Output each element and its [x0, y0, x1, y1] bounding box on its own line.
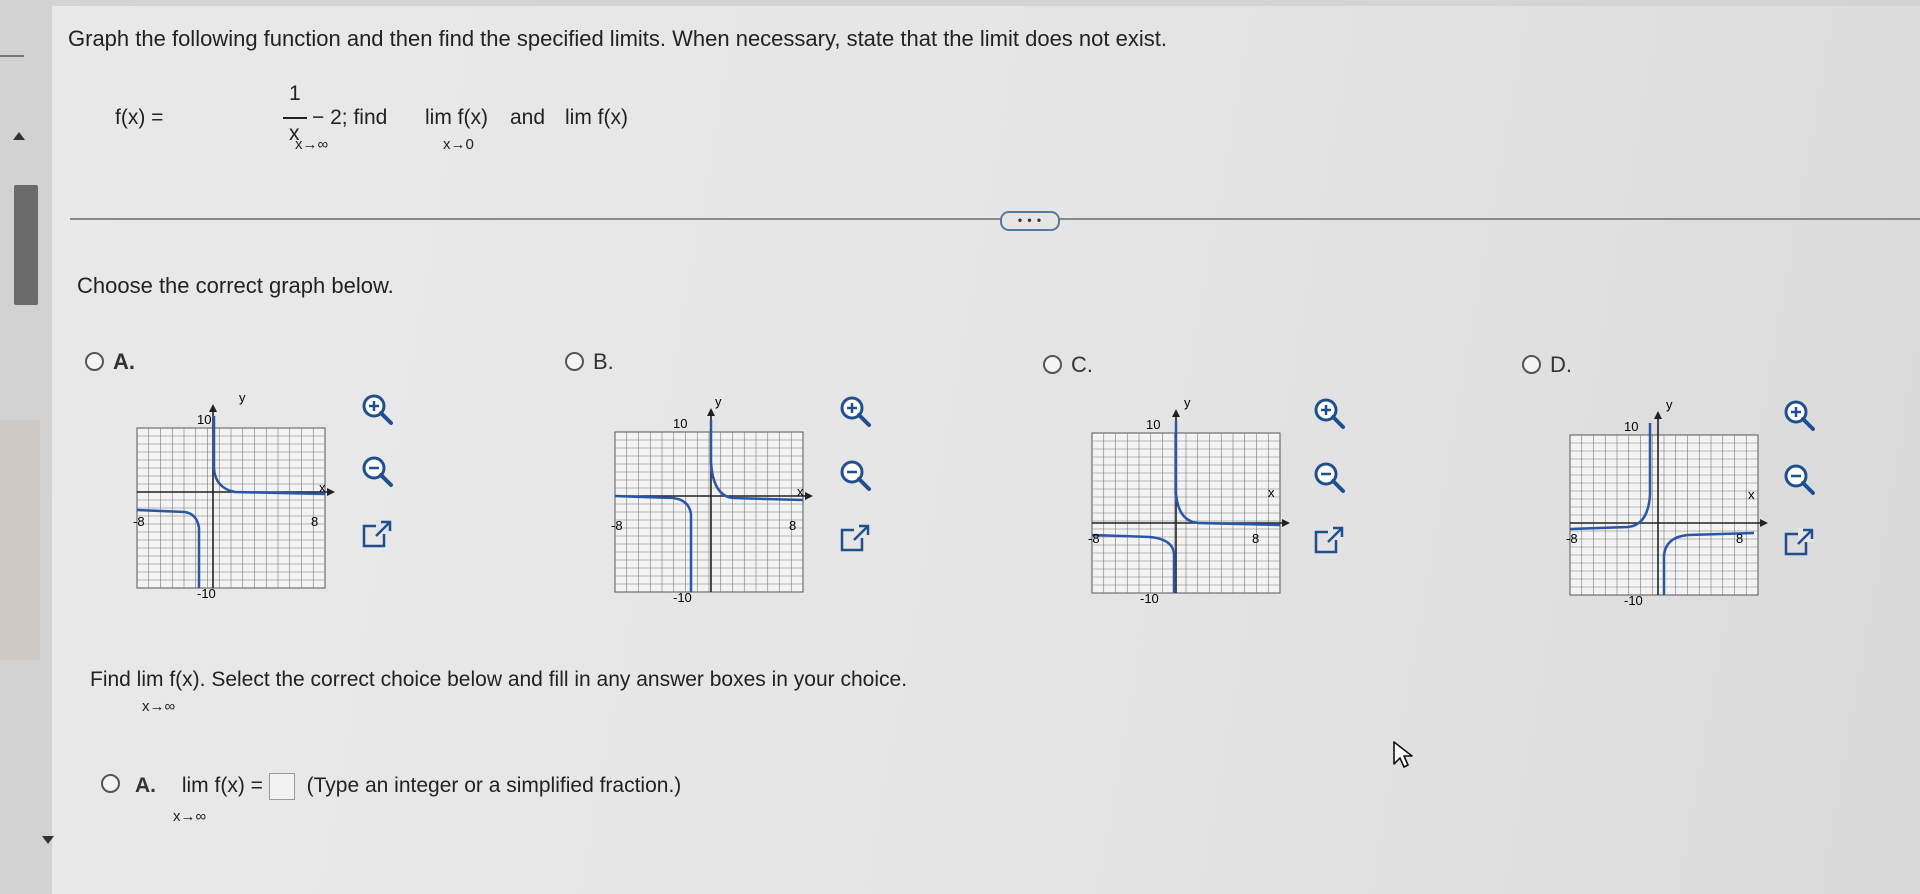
pointer-cursor-icon: [1393, 741, 1413, 768]
graph-b-y-label: y: [715, 394, 722, 409]
option-a-radio[interactable]: [85, 352, 104, 371]
graph-b-ymin: -10: [673, 590, 692, 605]
section-divider: [70, 218, 1920, 220]
open-external-icon[interactable]: [1780, 524, 1818, 562]
graph-d-x-label: x: [1748, 487, 1755, 502]
answer-a: A. lim f(x) = (Type an integer or a simp…: [135, 773, 682, 825]
graph-b-xmin: -8: [611, 518, 623, 533]
answer-a-sub: x→∞: [173, 808, 207, 825]
scrollbar-thumb[interactable]: [14, 185, 38, 305]
graph-a-xmax: 8: [311, 514, 318, 529]
option-d-radio[interactable]: [1522, 355, 1541, 374]
graph-a-y-label: y: [239, 390, 246, 405]
more-button[interactable]: • • •: [1000, 211, 1060, 231]
fraction-numerator: 1: [289, 82, 301, 105]
graph-d-ymax: 10: [1624, 419, 1638, 434]
find-prompt-text: Find lim f(x). Select the correct choice…: [90, 668, 908, 691]
graph-c: y 10 -10 -8 8 x: [1088, 395, 1290, 606]
zoom-out-icon[interactable]: [358, 452, 396, 490]
scroll-down-arrow-icon[interactable]: [42, 836, 54, 844]
limit-2-sub: x→0: [443, 136, 474, 153]
and-text: and: [510, 106, 546, 129]
open-external-icon[interactable]: [1310, 522, 1348, 560]
graph-c-ymax: 10: [1146, 417, 1160, 432]
option-c-label: C.: [1071, 352, 1093, 377]
top-bar: [0, 0, 1920, 6]
zoom-in-icon[interactable]: [1780, 396, 1818, 434]
open-external-icon[interactable]: [358, 516, 396, 554]
graph-b: y 10 -10 -8 8 x: [611, 394, 813, 605]
limit-1: lim f(x): [425, 106, 488, 129]
limit-2: lim f(x): [565, 106, 628, 129]
find-prompt: Find lim f(x). Select the correct choice…: [90, 668, 908, 715]
graph-d: y 10 -10 -8 8 x: [1566, 397, 1768, 608]
left-panel: [0, 0, 54, 894]
fraction-bar: [283, 117, 307, 119]
graph-d-ymin: -10: [1624, 593, 1643, 608]
graph-c-x-label: x: [1268, 485, 1275, 500]
panel-band: [0, 420, 40, 660]
grid-c: [1091, 432, 1281, 594]
zoom-in-icon[interactable]: [836, 392, 874, 430]
grid-b: [614, 431, 804, 593]
graph-b-ymax: 10: [673, 416, 687, 431]
open-external-icon[interactable]: [836, 520, 874, 558]
panel-tick: [0, 55, 24, 57]
option-c-radio[interactable]: [1043, 355, 1062, 374]
graph-c-ymin: -10: [1140, 591, 1159, 606]
answer-input-box[interactable]: [268, 773, 295, 800]
limit-1-sub: x→∞: [295, 136, 329, 153]
option-b-radio[interactable]: [565, 352, 584, 371]
graph-d-xmin: -8: [1566, 531, 1578, 546]
option-d-label: D.: [1550, 352, 1572, 377]
graph-d-y-label: y: [1666, 397, 1673, 412]
graph-d-xmax: 8: [1736, 531, 1743, 546]
graph-c-xmax: 8: [1252, 531, 1259, 546]
graph-a-xmin: -8: [133, 514, 145, 529]
answer-a-label: A.: [135, 774, 156, 798]
zoom-out-icon[interactable]: [1780, 460, 1818, 498]
graph-a-x-label: x: [319, 480, 326, 495]
grid-a: [136, 427, 326, 589]
graph-a: y 10 -10 -8 8 x: [133, 390, 335, 601]
zoom-in-icon[interactable]: [1310, 394, 1348, 432]
graph-b-x-label: x: [797, 484, 804, 499]
zoom-in-icon[interactable]: [358, 390, 396, 428]
find-prompt-sub: x→∞: [142, 698, 176, 715]
graph-b-xmax: 8: [789, 518, 796, 533]
answer-hint: (Type an integer or a simplified fractio…: [306, 774, 682, 798]
option-b-label: B.: [593, 349, 614, 374]
graph-c-y-label: y: [1184, 395, 1191, 410]
question-text: Graph the following function and then fi…: [68, 26, 1167, 51]
function-rest: − 2; find: [312, 106, 388, 129]
function-lhs: f(x) =: [115, 106, 164, 129]
answer-a-expr: lim f(x) =: [181, 774, 263, 798]
zoom-out-icon[interactable]: [836, 456, 874, 494]
answer-a-radio[interactable]: [101, 774, 120, 793]
graph-a-ymin: -10: [197, 586, 216, 601]
choose-prompt: Choose the correct graph below.: [77, 273, 394, 298]
zoom-out-icon[interactable]: [1310, 458, 1348, 496]
function-definition: f(x) = 1 x − 2; find lim f(x) x→∞ and li…: [115, 72, 675, 162]
graph-c-xmin: -8: [1088, 531, 1100, 546]
option-a-label: A.: [113, 349, 135, 374]
graph-a-ymax: 10: [197, 412, 211, 427]
scroll-up-arrow-icon[interactable]: [13, 132, 25, 140]
